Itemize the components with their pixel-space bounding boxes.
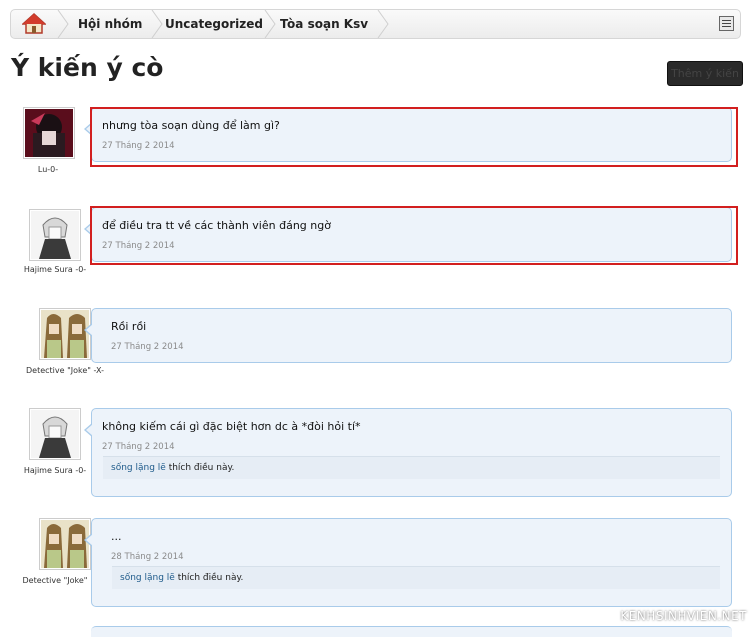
breadcrumb-separator (151, 10, 163, 38)
username[interactable]: Detective "Joke" (5, 576, 105, 585)
breadcrumb-separator (377, 10, 389, 38)
message-date[interactable]: 28 Tháng 2 2014 (111, 552, 184, 562)
message-bubble-partial (91, 626, 732, 637)
message-date[interactable]: 27 Tháng 2 2014 (111, 342, 184, 352)
likes-suffix: thích điều này. (177, 573, 244, 583)
breadcrumb-item-toa-soan[interactable]: Tòa soạn Ksv (280, 10, 368, 38)
breadcrumb: Hội nhóm Uncategorized Tòa soạn Ksv (10, 9, 741, 39)
avatar[interactable] (29, 209, 81, 261)
breadcrumb-separator (57, 10, 69, 38)
breadcrumb-item-uncategorized[interactable]: Uncategorized (165, 10, 263, 38)
username[interactable]: Detective "Joke" -X- (15, 366, 115, 375)
username[interactable]: Hajime Sura -0- (5, 265, 105, 274)
message-bubble: không kiếm cái gì đặc biệt hơn dc à *đòi… (84, 408, 732, 497)
home-link[interactable] (11, 10, 57, 38)
message-text: ... (111, 530, 122, 543)
username[interactable]: Hajime Sura -0- (5, 466, 105, 475)
avatar-image (41, 310, 89, 358)
avatar-image (31, 211, 79, 259)
likes-suffix: thích điều này. (168, 463, 235, 473)
highlight-box (90, 206, 738, 265)
avatar-image (25, 109, 73, 157)
home-icon (22, 13, 46, 34)
username[interactable]: Lu-0- (0, 165, 98, 174)
message-bubble: Rồi rồi 27 Tháng 2 2014 (84, 308, 732, 363)
watermark: KENHSINHVIEN.NET (620, 609, 747, 623)
avatar[interactable] (29, 408, 81, 460)
avatar-image (31, 410, 79, 458)
message-bubble: ... 28 Tháng 2 2014 sống lặng lẽ thích đ… (84, 518, 732, 607)
likes-bar: sống lặng lẽ thích điều này. (112, 566, 720, 589)
highlight-box (90, 107, 738, 167)
like-user-link[interactable]: sống lặng lẽ (111, 463, 166, 473)
menu-icon[interactable] (719, 16, 734, 31)
page-title: Ý kiến ý cò (11, 53, 164, 82)
avatar-image (41, 520, 89, 568)
breadcrumb-separator (264, 10, 276, 38)
like-user-link[interactable]: sống lặng lẽ (120, 573, 175, 583)
add-comment-button[interactable]: Thêm ý kiến (667, 61, 743, 86)
message-date[interactable]: 27 Tháng 2 2014 (102, 442, 175, 452)
breadcrumb-item-hoi-nhom[interactable]: Hội nhóm (78, 10, 142, 38)
likes-bar: sống lặng lẽ thích điều này. (103, 456, 720, 479)
message-text: Rồi rồi (111, 320, 147, 333)
message-text: không kiếm cái gì đặc biệt hơn dc à *đòi… (102, 420, 361, 433)
avatar[interactable] (23, 107, 75, 159)
